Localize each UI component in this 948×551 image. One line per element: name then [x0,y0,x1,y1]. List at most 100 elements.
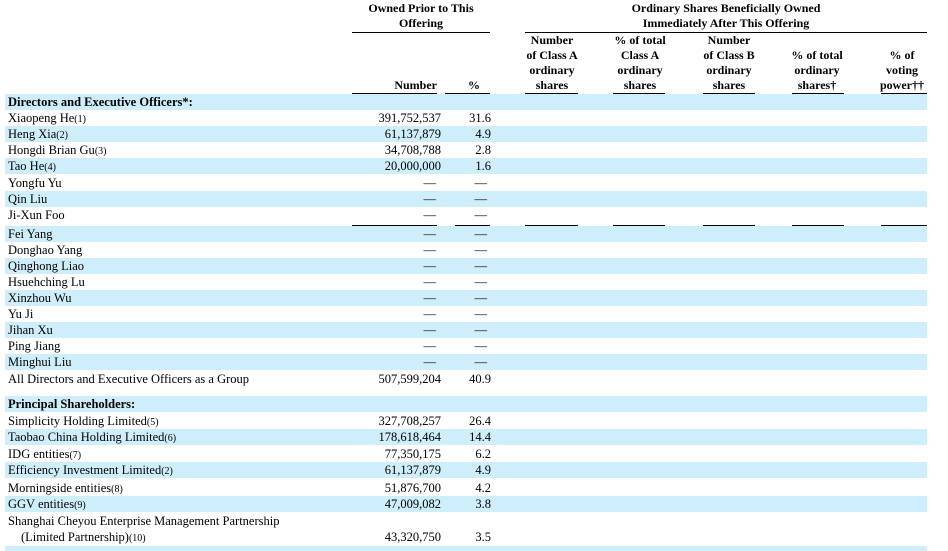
table-row: Taobao China Holding Limited(6) 178,618,… [5,429,927,445]
row-number: 47,009,082 [384,497,441,511]
row-number: 43,320,750 [384,530,441,544]
row-number: — [423,339,437,353]
table-row: Jihan Xu — — [5,322,927,338]
row-number: — [423,275,437,289]
row-number: — [423,192,437,206]
row-name: Fei Yang [8,227,53,241]
row-name: Hsuehching Lu [8,275,85,289]
row-pct: 14.4 [469,430,491,444]
header-pct-class-a: % of total Class Aordinary shares [614,33,666,92]
row-number: 77,350,175 [384,447,441,461]
table-row: Qin Liu — — [5,191,927,207]
section-principal: Principal Shareholders: [5,396,927,412]
table-row-partial [5,546,927,551]
row-number: 34,708,788 [384,143,441,157]
row-pct: — [474,176,488,190]
table-row: Yongfu Yu — — [5,175,927,191]
row-number: — [423,291,437,305]
row-pct: 4.9 [475,127,491,141]
row-number: 507,599,204 [378,372,442,386]
table-row: Donghao Yang — — [5,242,927,258]
header-owned-after-2: Immediately After This Offering [642,16,810,30]
row-pct: — [474,275,488,289]
row-pct: 31.6 [469,111,491,125]
row-number: 51,876,700 [384,481,441,495]
row-pct: — [474,208,488,222]
row-pct: 6.2 [475,447,491,461]
header-class-b: Number of Class Bordinary shares [703,33,755,92]
row-pct: 3.8 [475,497,491,511]
row-name: Minghui Liu [8,355,72,369]
row-number: — [423,323,437,337]
row-pct: — [474,192,488,206]
header-number: Number [394,78,437,92]
row-name: Qinghong Liao [8,259,85,273]
table-row: Qinghong Liao — — [5,258,927,274]
row-name: Yu Ji [8,307,34,321]
row-pct: — [474,339,488,353]
table-row: GGV entities(9) 47,009,082 3.8 [5,496,927,512]
row-name: Xinzhou Wu [8,291,72,305]
row-pct: 4.2 [475,481,491,495]
table-row: Yu Ji — — [5,306,927,322]
row-name: Donghao Yang [8,243,83,257]
row-name: Tao He(4) [8,159,56,173]
row-pct: 1.6 [475,159,491,173]
row-name: Taobao China Holding Limited(6) [8,430,177,444]
row-number: 178,618,464 [378,430,442,444]
header-rule-prior [352,32,490,33]
row-pct: — [474,243,488,257]
row-number: — [423,176,437,190]
table-row: Shanghai Cheyou Enterprise Management Pa… [5,513,927,545]
row-pct: — [474,227,488,241]
header-voting: % of voting power†† [880,48,924,92]
row-pct: — [474,291,488,305]
table-row: Hongdi Brian Gu(3) 34,708,788 2.8 [5,142,927,158]
row-number: 391,752,537 [378,111,442,125]
row-name: Shanghai Cheyou Enterprise Management Pa… [8,514,280,528]
row-number: — [423,227,437,241]
row-pct: 40.9 [469,372,491,386]
row-name-continued: (Limited Partnership)(10) [21,530,146,544]
section-directors: Directors and Executive Officers*: [5,94,927,110]
header-owned-after-1: Ordinary Shares Beneficially Owned [631,1,821,15]
header-pct: % [468,78,480,92]
row-pct: 26.4 [469,414,491,428]
row-number: 327,708,257 [378,414,442,428]
row-name: Efficiency Investment Limited(2) [8,463,173,477]
row-number: — [423,307,437,321]
table-row: Ji-Xun Foo — — [5,207,927,223]
row-name: GGV entities(9) [8,497,86,511]
header-class-a: Number of Class Aordinary shares [526,33,578,92]
table-row: Tao He(4) 20,000,000 1.6 [5,158,927,174]
table-row: Hsuehching Lu — — [5,274,927,290]
table-row: Ping Jiang — — [5,338,927,354]
header-pct-total: % of total ordinary shares† [791,48,843,92]
row-name: Ji-Xun Foo [8,208,65,222]
row-pct: 3.5 [475,530,491,544]
row-number: — [423,208,437,222]
table-row: Xinzhou Wu — — [5,290,927,306]
row-name: Yongfu Yu [8,176,62,190]
row-name: Ping Jiang [8,339,61,353]
row-name: Qin Liu [8,192,48,206]
table-row-total: All Directors and Executive Officers as … [5,371,927,387]
row-number: — [423,243,437,257]
table-row: IDG entities(7) 77,350,175 6.2 [5,446,927,462]
row-pct: — [474,307,488,321]
row-name: Jihan Xu [8,323,53,337]
row-number: — [423,355,437,369]
header-owned-prior: Owned Prior to This Offering [368,1,474,30]
table-row: Morningside entities(8) 51,876,700 4.2 [5,480,927,496]
table-row: Minghui Liu — — [5,354,927,370]
table-row: Simplicity Holding Limited(5) 327,708,25… [5,413,927,429]
row-number: 20,000,000 [384,159,441,173]
table-row: Xiaopeng He(1) 391,752,537 31.6 [5,110,927,126]
row-number: 61,137,879 [384,463,441,477]
row-pct: — [474,355,488,369]
table-row: Efficiency Investment Limited(2) 61,137,… [5,462,927,478]
row-name: All Directors and Executive Officers as … [8,372,250,386]
row-number: 61,137,879 [384,127,441,141]
row-pct: 2.8 [475,143,491,157]
table-row: Fei Yang — — [5,226,927,242]
